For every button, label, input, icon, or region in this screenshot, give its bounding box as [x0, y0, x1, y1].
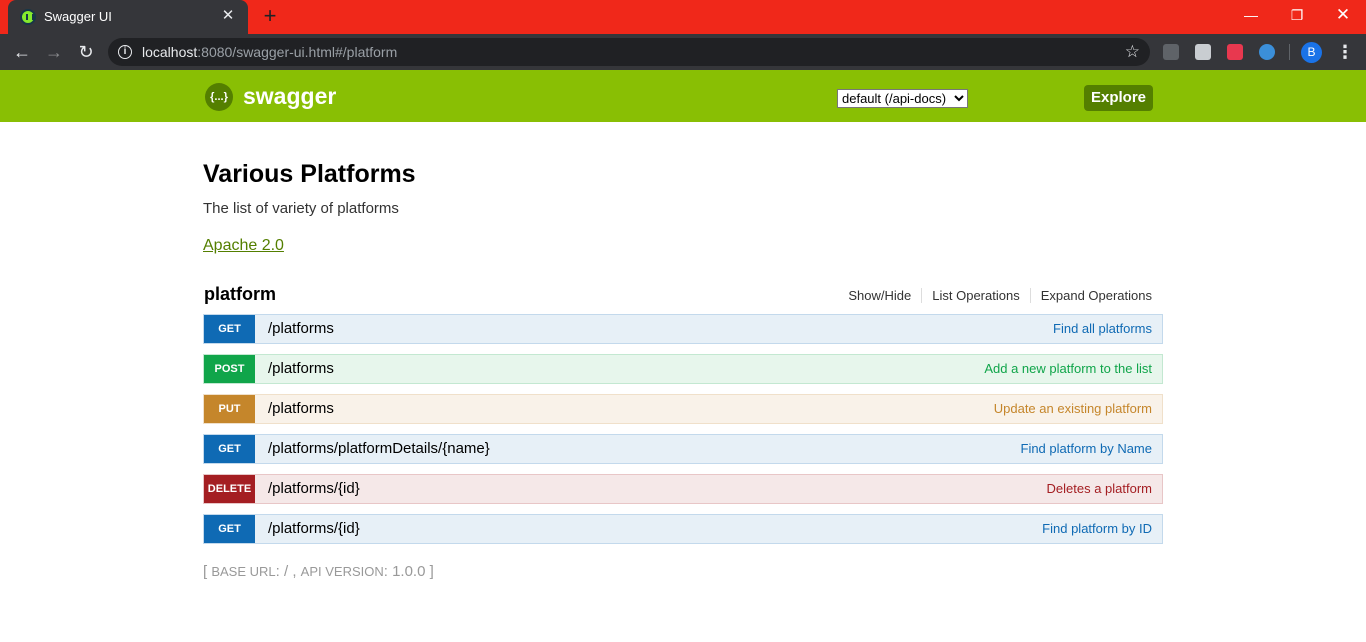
api-title: Various Platforms [203, 160, 416, 188]
operation-row[interactable]: GET /platforms/{id} Find platform by ID [203, 514, 1163, 544]
list-operations-link[interactable]: List Operations [921, 288, 1029, 303]
spec-url-select[interactable]: default (/api-docs) [837, 89, 968, 108]
api-description: The list of variety of platforms [203, 200, 399, 217]
extension-cube-icon[interactable] [1195, 44, 1211, 60]
resource-actions: Show/Hide List Operations Expand Operati… [838, 288, 1152, 303]
expand-operations-link[interactable]: Expand Operations [1029, 288, 1152, 303]
restore-window-icon[interactable]: ❐ [1274, 0, 1320, 30]
operation-row[interactable]: GET /platforms/platformDetails/{name} Fi… [203, 434, 1163, 464]
operation-path[interactable]: /platforms/{id} [268, 520, 360, 537]
reload-icon[interactable]: ↻ [74, 40, 98, 64]
browser-tab-active[interactable]: Swagger UI ✕ [8, 0, 248, 34]
operation-path[interactable]: /platforms [268, 400, 334, 417]
forward-arrow-icon[interactable]: → [42, 40, 66, 64]
resource-name[interactable]: platform [204, 284, 276, 305]
http-method-badge[interactable]: GET [204, 315, 255, 343]
back-arrow-icon[interactable]: ← [10, 40, 34, 64]
api-footer-info: [ BASE URL: / , API VERSION: 1.0.0 ] [203, 563, 434, 580]
base-url-label: BASE URL [211, 564, 276, 579]
operation-path[interactable]: /platforms/{id} [268, 480, 360, 497]
url-path: :8080/swagger-ui.html#/platform [197, 44, 398, 60]
operation-row[interactable]: DELETE /platforms/{id} Deletes a platfor… [203, 474, 1163, 504]
http-method-badge[interactable]: PUT [204, 395, 255, 423]
operation-row[interactable]: GET /platforms Find all platforms [203, 314, 1163, 344]
swagger-header: {...} swagger default (/api-docs) Explor… [0, 70, 1366, 122]
operation-path[interactable]: /platforms/platformDetails/{name} [268, 440, 490, 457]
operation-summary[interactable]: Find platform by ID [1042, 521, 1152, 536]
close-tab-icon[interactable]: ✕ [218, 6, 238, 26]
api-version-value: : 1.0.0 ] [383, 563, 434, 580]
tab-title: Swagger UI [44, 9, 112, 24]
show-hide-link[interactable]: Show/Hide [838, 288, 921, 303]
browser-tab-strip: Swagger UI ✕ + — ❐ ✕ [0, 0, 1366, 34]
explore-button[interactable]: Explore [1084, 85, 1153, 111]
operation-summary[interactable]: Find platform by Name [1021, 441, 1153, 456]
new-tab-button[interactable]: + [258, 4, 282, 28]
address-bar[interactable]: i localhost:8080/swagger-ui.html#/platfo… [108, 38, 1150, 66]
profile-avatar[interactable]: B [1301, 42, 1322, 63]
operation-summary[interactable]: Find all platforms [1053, 321, 1152, 336]
swagger-logo-icon[interactable]: {...} [205, 83, 233, 111]
operation-path[interactable]: /platforms [268, 320, 334, 337]
http-method-badge[interactable]: GET [204, 515, 255, 543]
extension-pocket-icon[interactable] [1227, 44, 1243, 60]
star-icon[interactable]: ☆ [1125, 41, 1140, 63]
operation-summary[interactable]: Deletes a platform [1047, 481, 1153, 496]
extension-globe-icon[interactable] [1259, 44, 1275, 60]
info-icon[interactable]: i [118, 45, 132, 59]
close-window-icon[interactable]: ✕ [1320, 0, 1366, 30]
operation-path[interactable]: /platforms [268, 360, 334, 377]
url-text: localhost:8080/swagger-ui.html#/platform [142, 44, 397, 60]
http-method-badge[interactable]: POST [204, 355, 255, 383]
api-version-label: API VERSION [300, 564, 384, 579]
swagger-favicon-icon [20, 9, 36, 25]
operation-summary[interactable]: Update an existing platform [994, 401, 1152, 416]
toolbar-divider [1289, 44, 1290, 60]
swagger-brand[interactable]: swagger [243, 83, 336, 110]
base-url-value: : / , [275, 563, 301, 580]
extension-copy-icon[interactable] [1163, 44, 1179, 60]
license-link[interactable]: Apache 2.0 [203, 237, 284, 255]
http-method-badge[interactable]: DELETE [204, 475, 255, 503]
browser-toolbar: ← → ↻ i localhost:8080/swagger-ui.html#/… [0, 34, 1366, 70]
operation-row[interactable]: PUT /platforms Update an existing platfo… [203, 394, 1163, 424]
operation-summary[interactable]: Add a new platform to the list [984, 361, 1152, 376]
url-host: localhost [142, 44, 198, 60]
minimize-window-icon[interactable]: — [1228, 0, 1274, 30]
kebab-menu-icon[interactable]: ⋮ [1336, 40, 1354, 64]
operation-row[interactable]: POST /platforms Add a new platform to th… [203, 354, 1163, 384]
http-method-badge[interactable]: GET [204, 435, 255, 463]
